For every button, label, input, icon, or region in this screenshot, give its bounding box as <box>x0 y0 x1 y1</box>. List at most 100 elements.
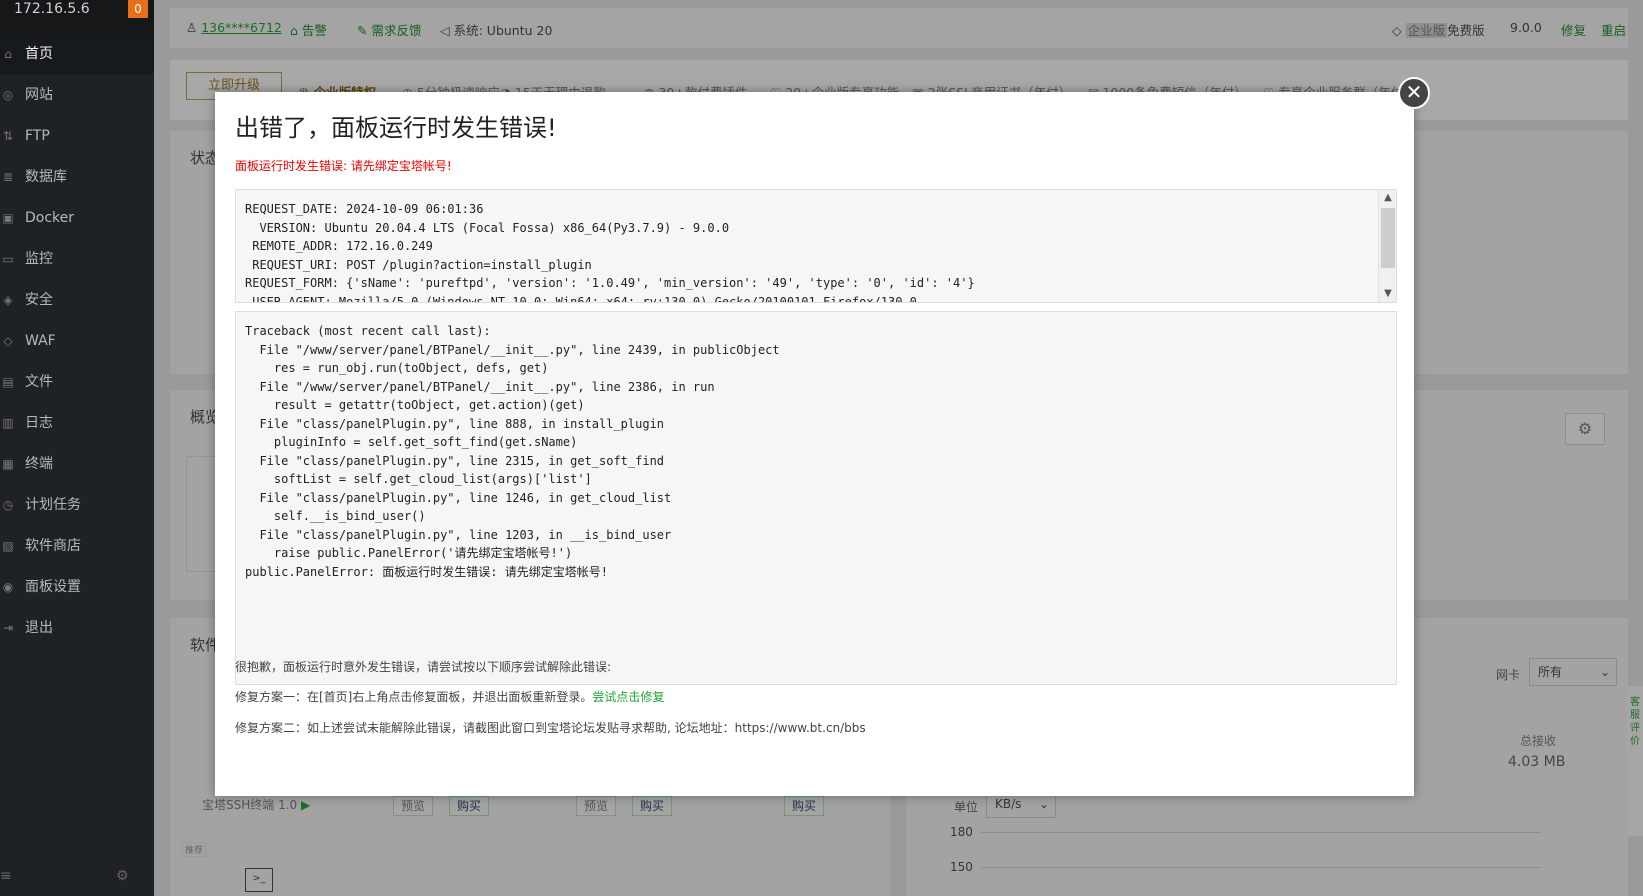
version-label: 9.0.0 <box>1510 20 1542 35</box>
traceback-box[interactable]: Traceback (most recent call last): File … <box>235 311 1397 685</box>
sidebar-item-label: 面板设置 <box>25 579 81 595</box>
top-header: ♙ 136****6712 ⌂ 告警 ✎ 需求反馈 ◁ 系统: Ubuntu 2… <box>170 8 1628 48</box>
scrollbar-thumb[interactable] <box>1381 208 1395 268</box>
code-line: REQUEST_FORM: {'sName': 'pureftpd', 'ver… <box>245 276 975 290</box>
sidebar-item-home[interactable]: ⌂ 首页 <box>0 34 154 74</box>
sidebar-header: 172.16.5.6 0 <box>0 0 154 34</box>
system-info: ◁ 系统: Ubuntu 20 <box>440 20 552 39</box>
chevron-down-icon: ⌄ <box>1599 665 1610 679</box>
sidebar-item-label: 退出 <box>25 620 53 636</box>
bell-icon: ⌂ <box>290 23 298 38</box>
alarm-link[interactable]: ⌂ 告警 <box>290 20 327 39</box>
sidebar-footer: ≡ ⚙ <box>0 868 154 888</box>
close-dialog-button[interactable]: ✕ <box>1398 77 1430 109</box>
user-icon: ♙ <box>186 20 198 35</box>
code-line: REMOTE_ADDR: 172.16.0.249 <box>245 239 433 253</box>
error-message: 面板运行时发生错误: 请先绑定宝塔帐号! <box>235 159 452 173</box>
log-icon: ▥ <box>2 416 14 430</box>
request-info-text: REQUEST_DATE: 2024-10-09 06:01:36 VERSIO… <box>245 200 975 302</box>
server-ip: 172.16.5.6 <box>14 1 90 17</box>
sidebar-item-label: 软件商店 <box>25 538 81 554</box>
buy-button-3[interactable]: 购买 <box>784 796 825 816</box>
request-info-box[interactable]: REQUEST_DATE: 2024-10-09 06:01:36 VERSIO… <box>235 189 1397 303</box>
ssh-tool-label[interactable]: 宝塔SSH终端 1.0 ▶ <box>202 796 310 813</box>
error-dialog-title: 出错了，面板运行时发生错误! <box>235 114 557 142</box>
logout-icon: ⇥ <box>2 621 14 635</box>
user-name[interactable]: 136****6712 <box>201 20 282 35</box>
edition-label: 免费版 <box>1447 23 1485 38</box>
sidebar-item-terminal[interactable]: ▦ 终端 <box>0 444 154 484</box>
home-icon: ⌂ <box>4 47 12 61</box>
sidebar-item-label: 计划任务 <box>25 497 81 513</box>
fix-option-1: 修复方案一：在[首页]右上角点击修复面板，并退出面板重新登录。尝试点击修复 <box>235 688 664 705</box>
diamond-icon: ◇ <box>1392 23 1402 38</box>
buy-button-2[interactable]: 购买 <box>632 796 673 816</box>
code-line: File "class/panelPlugin.py", line 2315, … <box>245 453 665 468</box>
clock-icon: ◷ <box>2 498 14 512</box>
sidebar-item-waf[interactable]: ◇ WAF <box>0 321 154 361</box>
sidebar-item-globe[interactable]: ◎ 网站 <box>0 75 154 115</box>
ssh-terminal-icon[interactable]: >_ <box>245 868 273 892</box>
fix-option-2: 修复方案二：如上述尝试未能解除此错误，请截图此窗口到宝塔论坛发贴寻求帮助, 论坛… <box>235 721 866 735</box>
customer-service-tab[interactable]: 客服 评价 <box>1627 686 1643 836</box>
alert-count-badge[interactable]: 0 <box>128 0 148 18</box>
unit-label: 单位 <box>954 800 979 814</box>
sidebar-item-label: 首页 <box>25 46 53 62</box>
collapse-menu-icon[interactable]: ≡ <box>0 868 12 884</box>
sidebar-item-clock[interactable]: ◷ 计划任务 <box>0 485 154 525</box>
sidebar-item-folder[interactable]: ▤ 文件 <box>0 362 154 402</box>
folder-icon: ▤ <box>2 375 14 389</box>
net-card-label: 网卡 <box>1496 668 1521 682</box>
sidebar-item-docker[interactable]: ▣ Docker <box>0 198 154 238</box>
customer-service-label: 客服 评价 <box>1630 697 1640 747</box>
unit-select-value: KB/s <box>995 797 1022 811</box>
sidebar-item-logout[interactable]: ⇥ 退出 <box>0 608 154 648</box>
store-icon: ▨ <box>2 539 14 553</box>
code-line: self.__is_bind_user() <box>245 509 426 523</box>
buy-button-1[interactable]: 购买 <box>449 796 490 816</box>
sidebar-item-store[interactable]: ▨ 软件商店 <box>0 526 154 566</box>
sidebar-item-ftp[interactable]: ⇅ FTP <box>0 116 154 156</box>
globe-icon: ◎ <box>2 88 14 102</box>
feedback-link[interactable]: ✎ 需求反馈 <box>357 20 421 39</box>
sidebar-item-log[interactable]: ▥ 日志 <box>0 403 154 443</box>
total-received-value: 4.03 MB <box>1508 754 1566 770</box>
request-info-scrollbar[interactable]: ▲ ▼ <box>1378 190 1396 302</box>
recommend-tag: 推荐 <box>182 842 207 857</box>
close-icon: ✕ <box>1405 80 1423 104</box>
repair-link[interactable]: 修复 <box>1561 20 1586 39</box>
docker-icon: ▣ <box>2 211 14 225</box>
system-icon: ◁ <box>440 23 450 38</box>
database-icon: ≣ <box>2 170 14 184</box>
net-card-select[interactable]: 所有 ⌄ <box>1529 658 1617 686</box>
restart-link[interactable]: 重启 <box>1601 20 1626 39</box>
monitor-icon: ▭ <box>2 252 14 266</box>
overview-settings-button[interactable]: ⚙ <box>1565 413 1605 445</box>
waf-icon: ◇ <box>3 334 13 348</box>
fix-option-1-text: 修复方案一：在[首页]右上角点击修复面板，并退出面板重新登录。 <box>235 690 593 704</box>
y-tick-label: 180 <box>950 825 973 839</box>
try-repair-link[interactable]: 尝试点击修复 <box>592 690 664 704</box>
preview-button-1[interactable]: 预览 <box>393 796 434 816</box>
scroll-down-icon[interactable]: ▼ <box>1379 286 1396 302</box>
sidebar-item-label: 日志 <box>25 415 53 431</box>
sidebar-item-settings[interactable]: ◉ 面板设置 <box>0 567 154 607</box>
code-line: REQUEST_DATE: 2024-10-09 06:01:36 <box>245 202 484 216</box>
code-line: VERSION: Ubuntu 20.04.4 LTS (Focal Fossa… <box>245 220 730 235</box>
code-line: File "class/panelPlugin.py", line 888, i… <box>245 416 665 431</box>
sidebar-item-shield[interactable]: ◈ 安全 <box>0 280 154 320</box>
sidebar-item-label: 数据库 <box>25 169 67 185</box>
preview-button-2[interactable]: 预览 <box>576 796 617 816</box>
total-received-label: 总接收 <box>1520 734 1557 748</box>
sidebar-item-monitor[interactable]: ▭ 监控 <box>0 239 154 279</box>
gear-icon: ⚙ <box>1577 419 1593 438</box>
settings-icon: ◉ <box>2 580 14 594</box>
shield-icon: ◈ <box>3 293 13 307</box>
code-line: result = getattr(toObject, get.action)(g… <box>245 398 585 412</box>
sidebar-item-database[interactable]: ≣ 数据库 <box>0 157 154 197</box>
scroll-up-icon[interactable]: ▲ <box>1379 190 1396 206</box>
terminal-icon: ▦ <box>2 457 14 471</box>
code-line: File "/www/server/panel/BTPanel/__init__… <box>245 379 715 394</box>
sidebar-settings-icon[interactable]: ⚙ <box>116 868 129 884</box>
user-account-link[interactable]: ♙ 136****6712 <box>186 20 282 35</box>
